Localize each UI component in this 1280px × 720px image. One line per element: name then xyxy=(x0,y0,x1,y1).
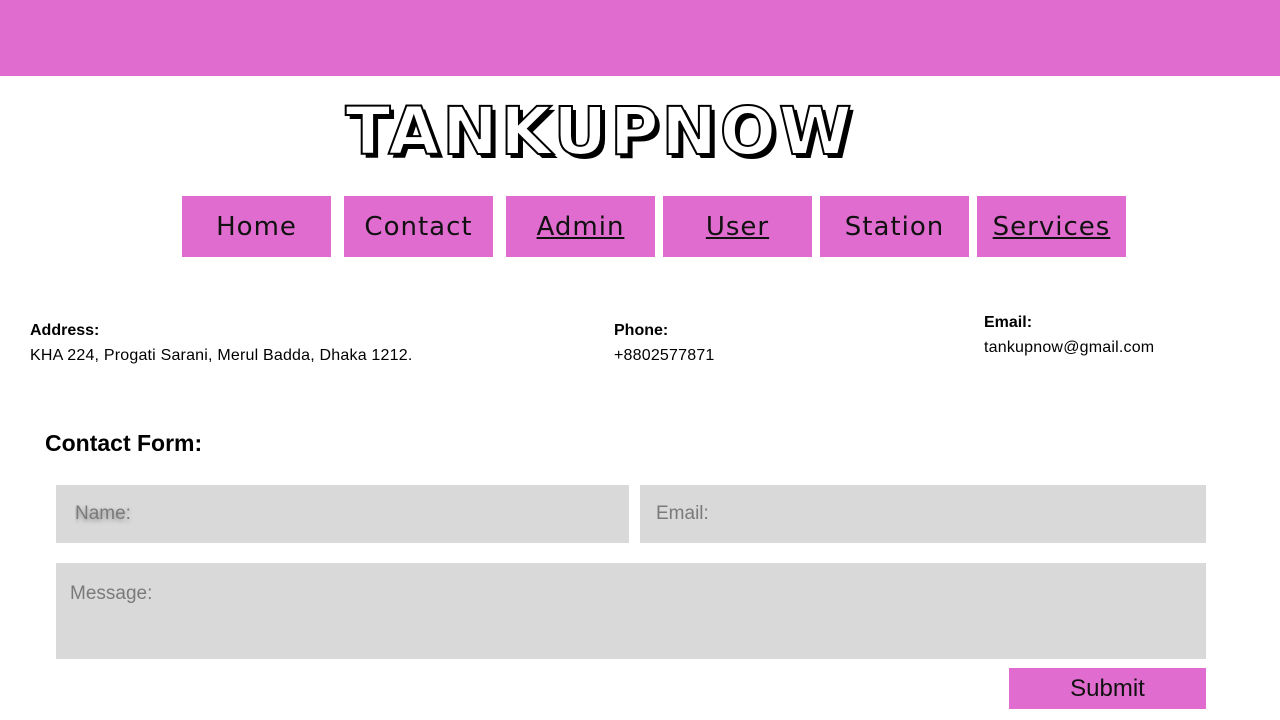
email-value: tankupnow@gmail.com xyxy=(984,339,1155,356)
nav-user[interactable]: User xyxy=(663,196,812,257)
address-value: KHA 224, Progati Sarani, Merul Badda, Dh… xyxy=(30,347,413,364)
address-label: Address: xyxy=(30,322,100,339)
phone-value: +8802577871 xyxy=(614,347,715,364)
top-banner xyxy=(0,0,1280,76)
email-input[interactable] xyxy=(640,485,1206,543)
nav-admin[interactable]: Admin xyxy=(506,196,655,257)
submit-button[interactable]: Submit xyxy=(1009,668,1206,709)
contact-form-title: Contact Form: xyxy=(45,430,203,456)
message-input[interactable] xyxy=(56,563,1206,659)
email-label: Email: xyxy=(984,314,1033,331)
nav-station[interactable]: Station xyxy=(820,196,969,257)
nav-home[interactable]: Home xyxy=(182,196,331,257)
site-logo: TANKUPNOW xyxy=(344,92,855,171)
phone-label: Phone: xyxy=(614,322,669,339)
nav-services[interactable]: Services xyxy=(977,196,1126,257)
nav-contact[interactable]: Contact xyxy=(344,196,493,257)
name-input[interactable] xyxy=(56,485,629,543)
